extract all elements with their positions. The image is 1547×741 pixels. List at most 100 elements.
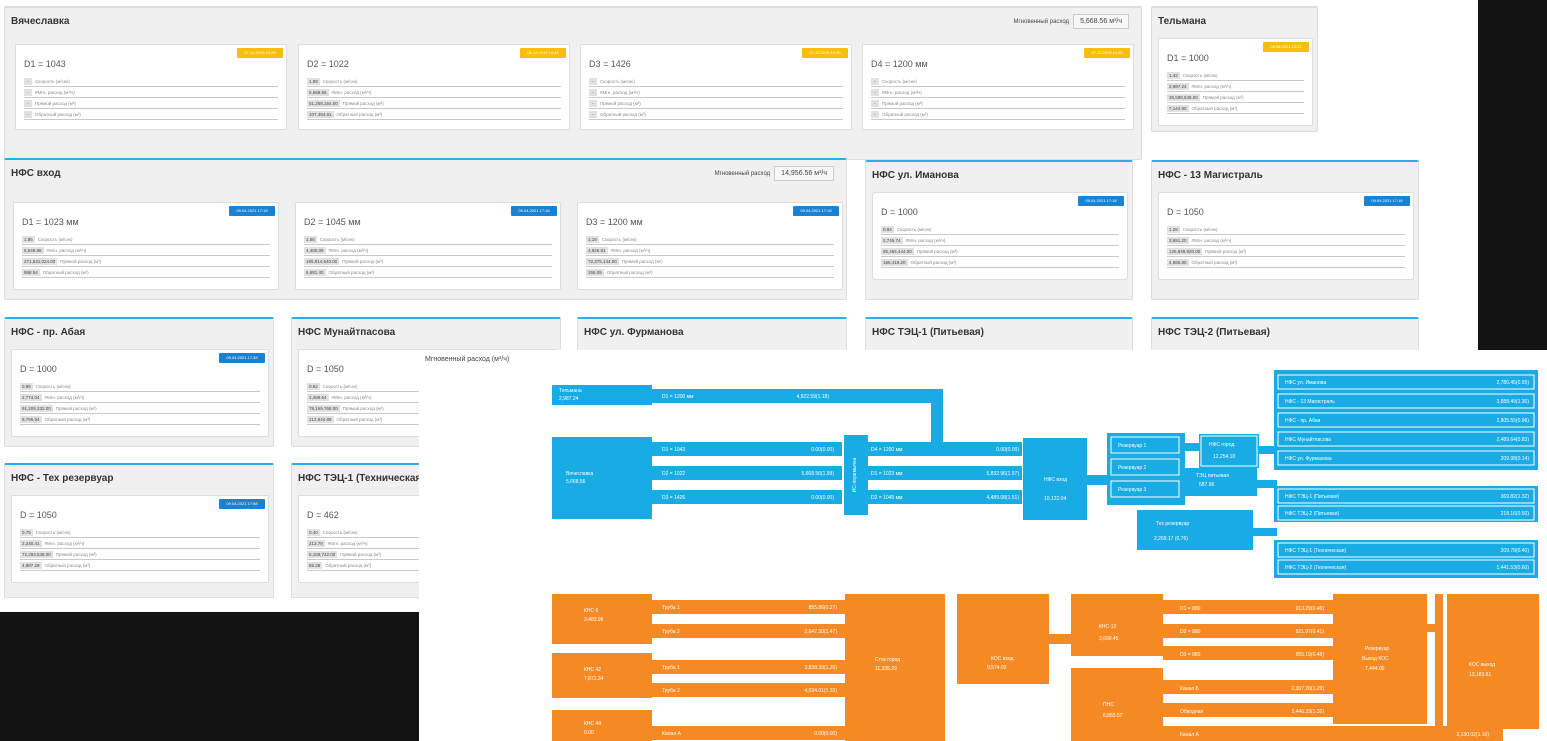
instant-flow: Мгновенный расход 14,956.56 м³/ч <box>715 166 834 181</box>
flow-label: Труба 1 <box>662 605 680 611</box>
flow-value: 3,888.49(1.30) <box>1496 399 1529 405</box>
panel-title: НФС ул. Фурманова <box>584 327 684 338</box>
reading-row: 1.85 Скорость (м/сек) <box>22 234 270 245</box>
reading-row: 72,375,144.00 Прямой расход (м³) <box>586 256 834 267</box>
flow-label: 2,269.17 (0.76) <box>1154 536 1188 542</box>
reading-label: Прямой расход (м³) <box>916 248 958 254</box>
reading-row: 5,681.40 Обратный расход (м³) <box>304 267 552 278</box>
meter-card[interactable]: D = 1000 09.04.2021 17:39 0.95 Скорость (м/… <box>11 349 269 437</box>
flow-label: ТЭЦ питьевая <box>1196 473 1229 479</box>
reading-value: - <box>871 88 879 96</box>
flow-label: НФС ТЭЦ-2 (Техническая) <box>1285 565 1346 571</box>
flow-label: 2,690.45 <box>1099 636 1119 642</box>
instant-flow-value: 5,668.56 м³/ч <box>1073 14 1129 29</box>
reading-value: 9,795.94 <box>20 415 42 423</box>
reading-row: 155.09 Обратный расход (м³) <box>586 267 834 278</box>
reading-row: - Скорость (м/сек) <box>589 76 843 87</box>
flow-label: КНС 44 <box>584 721 601 727</box>
reading-label: #Мгн. расход (м³/ч) <box>905 237 946 243</box>
timestamp-badge: 09.04.2021 17:39 <box>219 353 265 363</box>
timestamp-badge: 09.04.2021 17:18 <box>511 206 557 216</box>
flow-label: НФС вход <box>1044 477 1067 483</box>
reading-row: - Обратный расход (м³) <box>24 109 278 120</box>
meter-card[interactable]: D1 = 1023 мм 09.04.2021 17:18 1.85 Скорость… <box>13 202 279 290</box>
pipe <box>1049 634 1071 644</box>
meter-card[interactable]: D1 = 1043 27.12.2019 12:29- Скорость (м/се… <box>15 44 287 130</box>
meter-readings: 1.28 Скорость (м/сек) 3,891.20 #Мгн. расход… <box>1167 224 1405 268</box>
flow-label: Труба 1 <box>662 665 680 671</box>
flow-value: 218.16(0.50) <box>1501 511 1530 517</box>
flow-label: НФС ул. Фурманова <box>1285 456 1332 462</box>
reading-value: 51,258,164.00 <box>307 99 340 107</box>
reading-label: #Мгн. расход (м³/ч) <box>610 247 651 253</box>
flow-label: НФС ул. Иманова <box>1285 380 1326 386</box>
meter-card[interactable]: D = 1000 09.04.2021 17:18 0.94 Скорость (м/… <box>872 192 1128 280</box>
panel-title: НФС - Тех резервуар <box>11 473 114 484</box>
meter-card[interactable]: D2 = 1022 06.12.2019 14:41 1.99 Скорость (м… <box>298 44 570 130</box>
reading-label: Прямой расход (м³) <box>1202 94 1244 100</box>
reading-label: #Мгн. расход (м³/ч) <box>44 540 85 546</box>
flow-label: Резервуар <box>1365 646 1389 652</box>
reading-value: 166,419.20 <box>881 258 908 266</box>
reading-row: 4,865.80 Обратный расход (м³) <box>1167 257 1405 268</box>
flow-label: КНС 6 <box>584 608 599 614</box>
flow-label: 587.96 <box>1199 482 1215 488</box>
reading-row: - Прямой расход (м³) <box>589 98 843 109</box>
meter-card[interactable]: D2 = 1045 мм 09.04.2021 17:18 1.55 Скорость… <box>295 202 561 290</box>
flow-value: 2,446.33(1.32) <box>1291 709 1324 715</box>
flow-label: Вячеславка <box>566 471 594 477</box>
meter-card[interactable]: D = 1050 09.04.2021 17:58 0.75 Скорость (м/… <box>11 495 269 583</box>
timestamp-badge: 09.04.2021 17:58 <box>219 499 265 509</box>
reading-label: Прямой расход (м³) <box>342 100 384 106</box>
reading-row: - Прямой расход (м³) <box>24 98 278 109</box>
reading-row: 1.55 Скорость (м/сек) <box>304 234 552 245</box>
reading-label: Скорость (м/сек) <box>1182 72 1218 78</box>
timestamp-badge: 09.04.2021 17:18 <box>1364 196 1410 206</box>
reading-value: 155.09 <box>586 268 604 276</box>
flow-label: КНС 42 <box>584 667 601 673</box>
flow-label: 6,883.57 <box>1103 713 1123 719</box>
meter-card[interactable]: D3 = 1200 мм 09.04.2021 17:18 1.19 Скорость… <box>577 202 843 290</box>
reading-value: 0.95 <box>20 382 33 390</box>
meter-readings: - Скорость (м/сек) - #Мгн. расход (м³/ч) - Пр… <box>589 76 843 120</box>
reading-row: - #Мгн. расход (м³/ч) <box>871 87 1125 98</box>
reading-row: 0.94 Скорость (м/сек) <box>881 224 1119 235</box>
reading-label: #Мгн. расход (м³/ч) <box>328 247 369 253</box>
reading-label: Прямой расход (м³) <box>342 258 384 264</box>
flow-label: КОС выход <box>1469 662 1495 668</box>
instant-flow: Мгновенный расход 5,668.56 м³/ч <box>1013 14 1129 29</box>
meter-readings: - Скорость (м/сек) - #Мгн. расход (м³/ч) - Пр… <box>871 76 1125 120</box>
flow-label: D1 = 880 <box>1180 606 1201 612</box>
meter-card[interactable]: D = 1050 09.04.2021 17:18 1.28 Скорость (м/… <box>1158 192 1414 280</box>
reading-row: 958.54 Обратный расход (м³) <box>22 267 270 278</box>
outputs-c-block <box>1274 540 1538 578</box>
reading-row: - #Мгн. расход (м³/ч) <box>24 87 278 98</box>
flow-label: 7,872.34 <box>584 676 604 682</box>
meter-card-title: D3 = 1426 <box>589 59 631 69</box>
reading-value: 212,644.89 <box>307 415 334 423</box>
reading-label: Прямой расход (м³) <box>1205 248 1247 254</box>
flow-label: Канал А <box>1180 732 1200 738</box>
reading-label: #Мгн. расход (м³/ч) <box>1191 237 1232 243</box>
flow-label: 5,668.56 <box>566 479 586 485</box>
meter-card-title: D = 462 <box>307 510 339 520</box>
meter-card[interactable]: D3 = 1426 27.12.2019 12:35- Скорость (м/се… <box>580 44 852 130</box>
reading-row: 4,987.29 Обратный расход (м³) <box>20 560 260 571</box>
flow-value: 855.86(0.27) <box>809 605 838 611</box>
reading-label: Прямой расход (м³) <box>342 405 384 411</box>
flow-label: D4 = 1200 мм <box>871 447 903 453</box>
reading-row: 4,480.09 #Мгн. расход (м³/ч) <box>304 245 552 256</box>
reading-value: 72,293,548.00 <box>20 550 53 558</box>
panel-title: НФС вход <box>11 168 61 179</box>
vyacheslavka-block <box>552 437 652 519</box>
flow-value: 2,130.02(1.10) <box>1456 732 1489 738</box>
meter-card[interactable]: D1 = 1000 06.08.2021 12:17 1.42 Скорость (м… <box>1158 38 1313 126</box>
reading-value: 55.28 <box>307 561 323 569</box>
flow-value: 2,780.45(0.95) <box>1496 380 1529 386</box>
reading-label: #Мгн. расход (м³/ч) <box>331 394 372 400</box>
panel-title: НФС - 13 Магистраль <box>1158 170 1263 181</box>
reading-row: 2,745.74 #Мгн. расход (м³/ч) <box>881 235 1119 246</box>
reading-label: Обратный расход (м³) <box>1191 105 1238 111</box>
meter-card[interactable]: D4 = 1200 мм 27.12.2019 12:35- Скорость (м… <box>862 44 1134 130</box>
reading-row: 9,795.94 Обратный расход (м³) <box>20 414 260 425</box>
